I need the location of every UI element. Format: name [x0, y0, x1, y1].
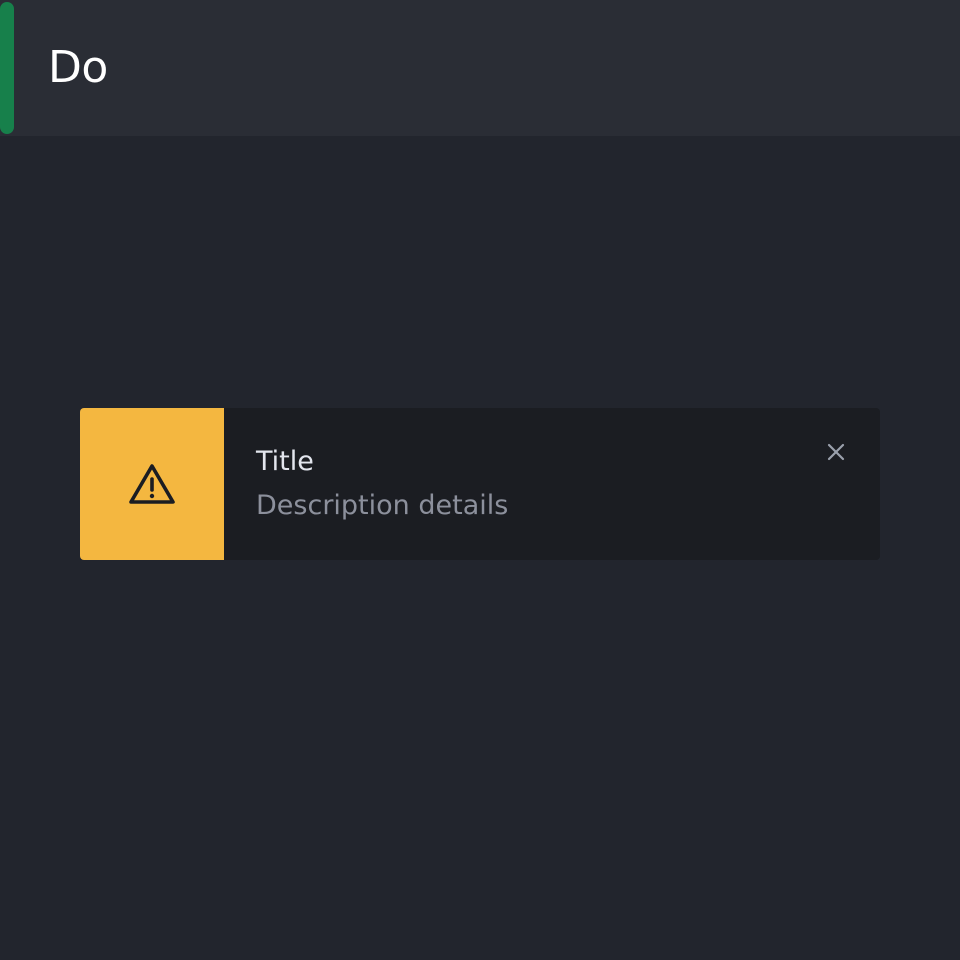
toast-close-button[interactable]	[816, 432, 856, 472]
warning-toast: Title Description details	[80, 408, 880, 560]
toast-title: Title	[256, 446, 314, 477]
example-header: Do	[0, 0, 960, 136]
toast-description: Description details	[256, 490, 509, 521]
close-icon	[827, 443, 845, 461]
header-title: Do	[48, 42, 108, 93]
header-accent-bar	[0, 2, 14, 134]
warning-triangle-icon	[129, 464, 175, 504]
toast-icon-panel	[80, 408, 224, 560]
